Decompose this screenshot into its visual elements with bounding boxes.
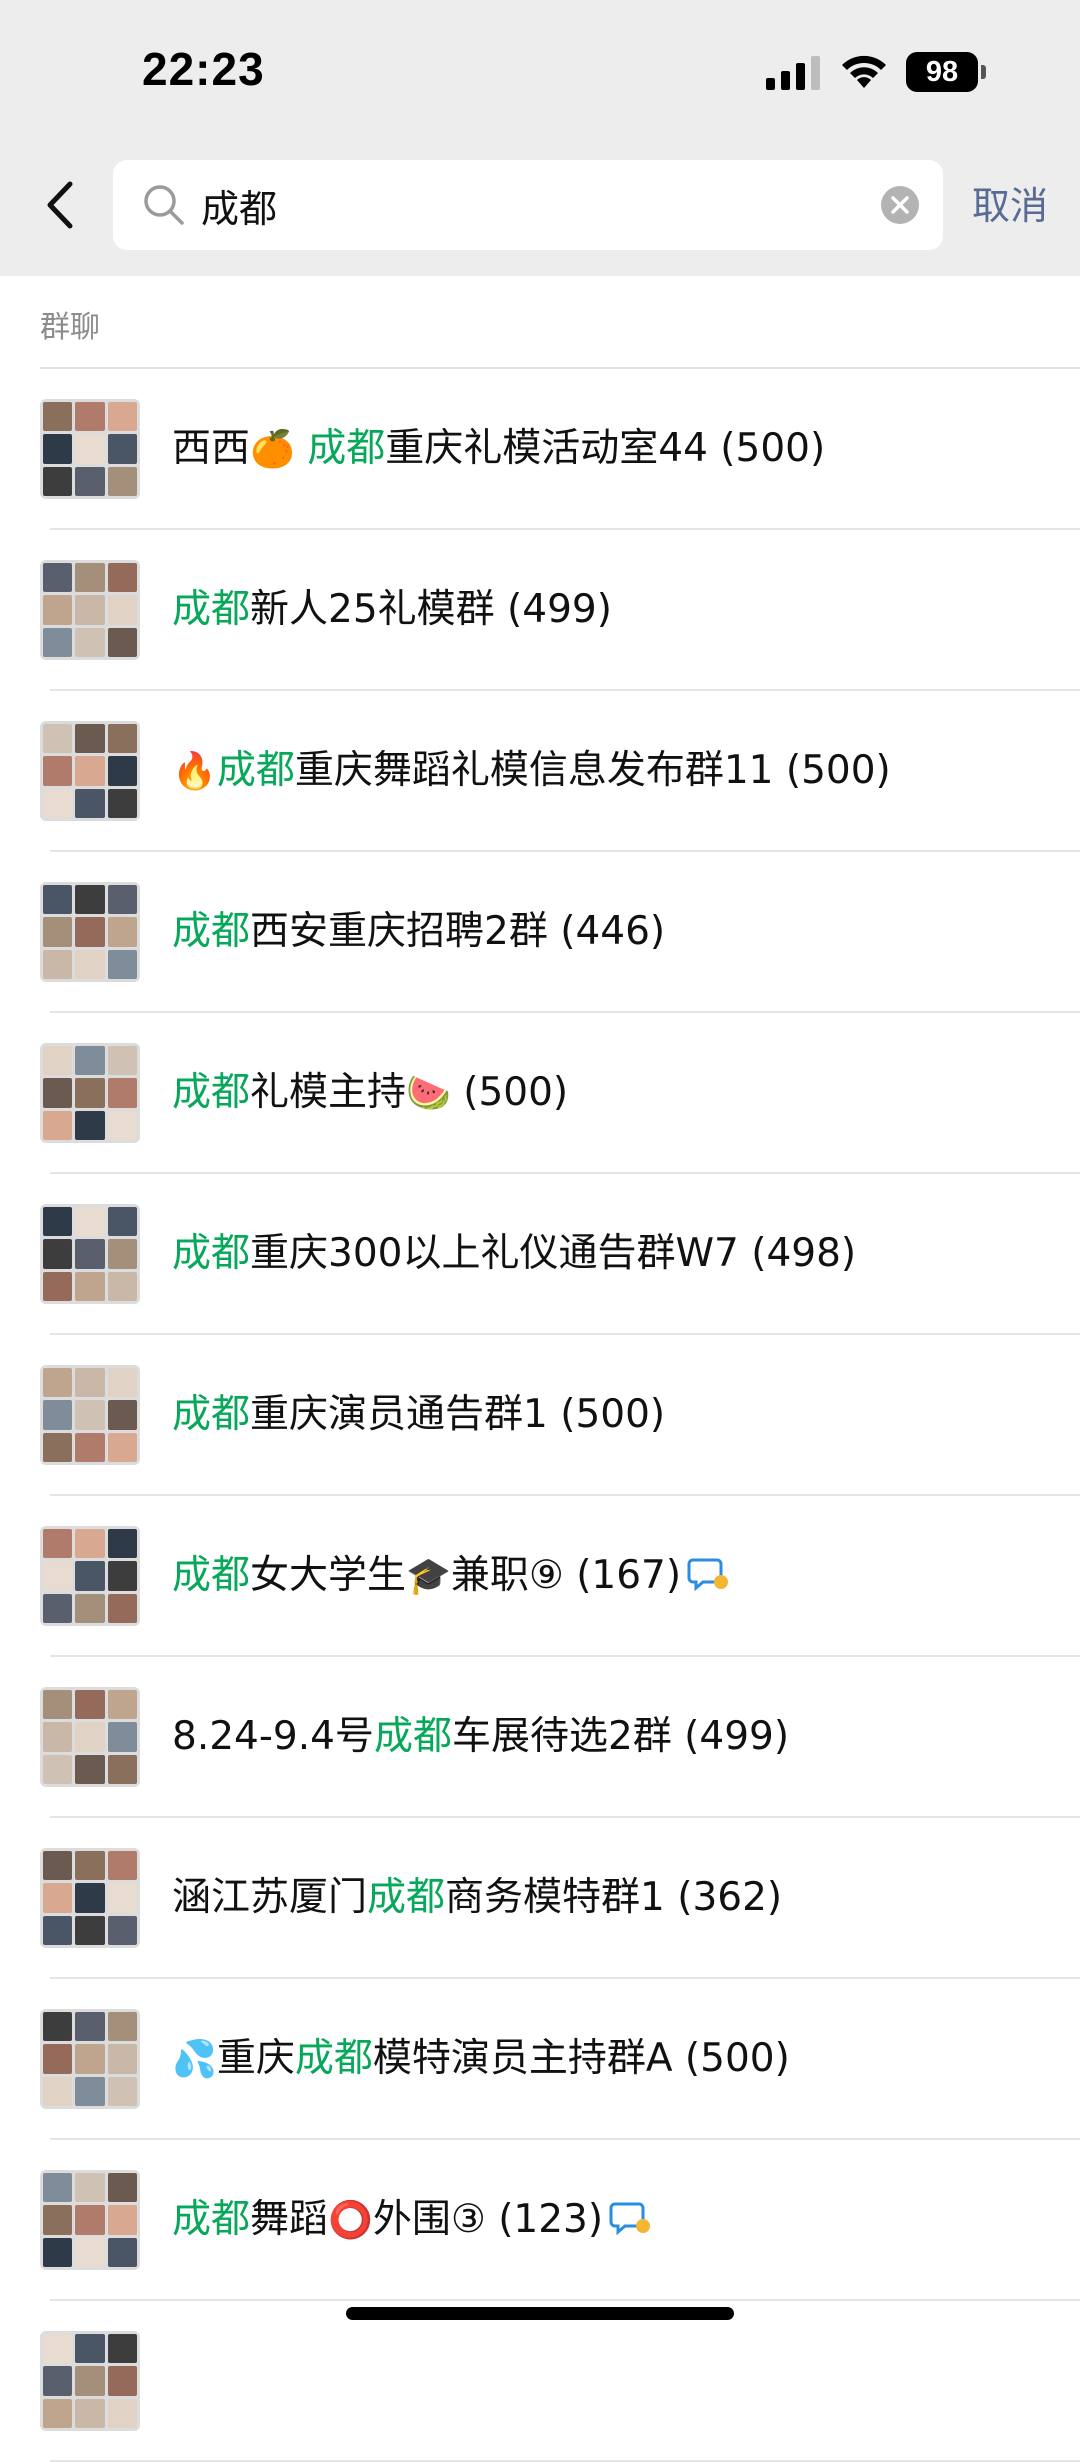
group-avatar — [40, 1848, 140, 1948]
group-avatar — [40, 721, 140, 821]
group-name-text: 商务模特群1 (362) — [445, 1875, 783, 1920]
group-name: 8.24-9.4号成都车展待选2群 (499) — [172, 1707, 1052, 1767]
group-avatar — [40, 1687, 140, 1787]
group-chat-result[interactable]: 成都新人25礼模群 (499) — [0, 530, 1080, 691]
group-name: 成都舞蹈⭕外围③ (123) — [172, 2190, 1052, 2251]
group-name: 成都新人25礼模群 (499) — [172, 580, 1052, 640]
group-avatar — [40, 1365, 140, 1465]
group-name-text: 8.24-9.4号 — [172, 1714, 374, 1759]
battery-icon: 98 — [906, 52, 986, 92]
group-name-text: 兼职⑨ (167) — [450, 1553, 682, 1598]
group-chat-result[interactable]: 成都重庆300以上礼仪通告群W7 (498) — [0, 1174, 1080, 1335]
group-name-text: 重庆舞蹈礼模信息发布群11 (500) — [294, 748, 891, 793]
group-name-text: 舞蹈 — [250, 2197, 329, 2242]
group-name: 成都女大学生🎓兼职⑨ (167) — [172, 1546, 1052, 1607]
keyword-highlight: 成都 — [172, 2197, 251, 2242]
group-chat-result[interactable] — [0, 2301, 1080, 2462]
back-button[interactable] — [34, 170, 88, 240]
group-chat-result[interactable]: 西西🍊 成都重庆礼模活动室44 (500) — [0, 369, 1080, 530]
search-input[interactable] — [201, 178, 821, 232]
group-chat-result[interactable]: 💦重庆成都模特演员主持群A (500) — [0, 1979, 1080, 2140]
search-results-list: 西西🍊 成都重庆礼模活动室44 (500) 成都新人25礼模群 (499) 🔥成都重… — [0, 369, 1080, 2462]
status-bar: 22:23 98 — [0, 0, 1080, 150]
group-tag-icon — [609, 2202, 651, 2236]
group-name-text: 重庆演员通告群1 (500) — [250, 1392, 666, 1437]
group-avatar — [40, 2009, 140, 2109]
group-chat-result[interactable]: 🔥成都重庆舞蹈礼模信息发布群11 (500) — [0, 691, 1080, 852]
group-avatar — [40, 882, 140, 982]
keyword-highlight: 成都 — [373, 1714, 452, 1759]
keyword-highlight: 成都 — [307, 426, 386, 471]
group-avatar — [40, 2170, 140, 2270]
group-avatar — [40, 1043, 140, 1143]
group-avatar — [40, 2331, 140, 2431]
emoji: 🔥 — [172, 751, 217, 792]
header-area: 22:23 98 取消 — [0, 0, 1080, 276]
battery-level: 98 — [906, 52, 978, 92]
cellular-signal-icon — [766, 56, 820, 90]
group-chat-result[interactable]: 成都重庆演员通告群1 (500) — [0, 1335, 1080, 1496]
group-name-text: 重庆 — [216, 2036, 295, 2081]
group-name: 🔥成都重庆舞蹈礼模信息发布群11 (500) — [172, 741, 1052, 802]
group-name-text: 车展待选2群 (499) — [451, 1714, 790, 1759]
section-title-group-chats: 群聊 — [40, 310, 100, 345]
group-name-text: 西安重庆招聘2群 (446) — [250, 909, 666, 954]
wifi-icon — [842, 55, 886, 88]
keyword-highlight: 成都 — [172, 1070, 251, 1115]
group-avatar — [40, 1526, 140, 1626]
group-name: 成都重庆300以上礼仪通告群W7 (498) — [172, 1224, 1052, 1284]
group-name-text: (500) — [450, 1070, 569, 1115]
emoji: 💦 — [172, 2039, 217, 2080]
group-name-text: 模特演员主持群A (500) — [372, 2036, 790, 2081]
group-avatar — [40, 560, 140, 660]
group-name-text — [295, 426, 307, 471]
keyword-highlight: 成都 — [172, 909, 251, 954]
cancel-button[interactable]: 取消 — [972, 178, 1072, 234]
keyword-highlight: 成都 — [172, 587, 251, 632]
group-name-text: 重庆礼模活动室44 (500) — [385, 426, 826, 471]
group-name: 成都西安重庆招聘2群 (446) — [172, 902, 1052, 962]
keyword-highlight: 成都 — [367, 1875, 446, 1920]
clear-icon[interactable] — [879, 184, 921, 226]
group-name-text: 涵江苏厦门 — [172, 1875, 368, 1920]
group-chat-result[interactable]: 8.24-9.4号成都车展待选2群 (499) — [0, 1657, 1080, 1818]
group-chat-result[interactable]: 成都西安重庆招聘2群 (446) — [0, 852, 1080, 1013]
keyword-highlight: 成都 — [294, 2036, 373, 2081]
group-name-text: 西西 — [172, 426, 251, 471]
group-name-text: 女大学生 — [250, 1553, 407, 1598]
search-bar[interactable] — [113, 160, 943, 250]
keyword-highlight: 成都 — [216, 748, 295, 793]
group-avatar — [40, 399, 140, 499]
emoji: ⭕ — [328, 2200, 373, 2241]
group-tag-icon — [687, 1558, 729, 1592]
group-chat-result[interactable]: 成都女大学生🎓兼职⑨ (167) — [0, 1496, 1080, 1657]
emoji: 🎓 — [406, 1556, 451, 1597]
group-name: 西西🍊 成都重庆礼模活动室44 (500) — [172, 419, 1052, 480]
group-chat-result[interactable]: 涵江苏厦门成都商务模特群1 (362) — [0, 1818, 1080, 1979]
keyword-highlight: 成都 — [172, 1231, 251, 1276]
group-name: 涵江苏厦门成都商务模特群1 (362) — [172, 1868, 1052, 1928]
group-name-text: 新人25礼模群 (499) — [250, 587, 612, 632]
group-name-text: 重庆300以上礼仪通告群W7 (498) — [250, 1231, 857, 1276]
group-avatar — [40, 1204, 140, 1304]
group-name: 成都礼模主持🍉 (500) — [172, 1063, 1052, 1124]
group-name: 成都重庆演员通告群1 (500) — [172, 1385, 1052, 1445]
group-chat-result[interactable]: 成都礼模主持🍉 (500) — [0, 1013, 1080, 1174]
group-name-text: 礼模主持 — [250, 1070, 407, 1115]
group-name: 💦重庆成都模特演员主持群A (500) — [172, 2029, 1052, 2090]
group-name-text: 外围③ (123) — [372, 2197, 604, 2242]
emoji: 🍊 — [250, 429, 295, 470]
keyword-highlight: 成都 — [172, 1392, 251, 1437]
status-time: 22:23 — [142, 43, 265, 95]
group-chat-result[interactable]: 成都舞蹈⭕外围③ (123) — [0, 2140, 1080, 2301]
emoji: 🍉 — [406, 1073, 451, 1114]
search-icon — [144, 185, 184, 225]
home-indicator[interactable] — [346, 2307, 734, 2320]
keyword-highlight: 成都 — [172, 1553, 251, 1598]
